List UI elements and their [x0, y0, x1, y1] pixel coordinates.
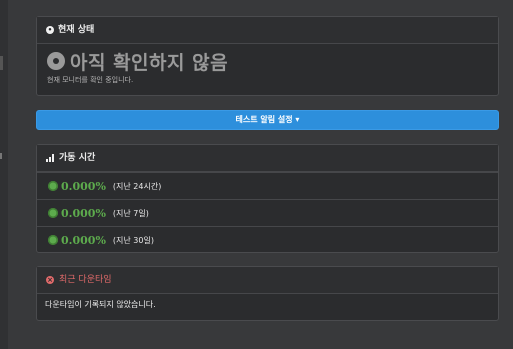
- uptime-row-30d: 0.000% (지난 30일): [37, 226, 498, 253]
- status-subtext: 현재 모니터를 확인 중입니다.: [47, 76, 134, 84]
- test-alert-settings-button[interactable]: 테스트 알림 설정 ▾: [36, 110, 499, 130]
- uptime-period: (지난 24시간): [112, 181, 162, 191]
- recent-downtime-header: × 최근 다운타임: [37, 267, 498, 294]
- uptime-row-7d: 0.000% (지난 7일): [37, 199, 498, 226]
- downtime-message: 다운타임이 기록되지 않았습니다.: [45, 300, 156, 309]
- disc-icon: [47, 52, 65, 70]
- uptime-header-label: 가동 시간: [59, 153, 96, 163]
- sidebar-marker: [0, 153, 2, 159]
- uptime-percent: 0.000%: [61, 179, 106, 193]
- uptime-period: (지난 30일): [112, 235, 154, 245]
- current-status-header: • 현재 상태: [37, 17, 498, 44]
- status-text: 아직 확인하지 않음: [70, 51, 229, 74]
- bar-chart-icon: [46, 154, 55, 162]
- gear-icon: [48, 181, 58, 191]
- uptime-header: 가동 시간: [37, 145, 498, 172]
- gear-icon: [48, 235, 58, 245]
- recent-downtime-panel: × 최근 다운타임 다운타임이 기록되지 않았습니다.: [36, 266, 499, 321]
- uptime-row-24h: 0.000% (지난 24시간): [37, 172, 498, 199]
- sidebar-marker: [0, 56, 3, 70]
- uptime-percent: 0.000%: [61, 206, 106, 220]
- recent-downtime-header-label: 최근 다운타임: [59, 275, 112, 285]
- current-status-panel: • 현재 상태 아직 확인하지 않음 현재 모니터를 확인 중입니다.: [36, 16, 499, 96]
- gear-icon: [48, 208, 58, 218]
- uptime-percent: 0.000%: [61, 233, 106, 247]
- left-sidebar-edge: [0, 0, 8, 349]
- info-circle-icon: •: [46, 26, 54, 34]
- uptime-period: (지난 7일): [112, 208, 149, 218]
- current-status-header-label: 현재 상태: [58, 25, 95, 35]
- uptime-panel: 가동 시간 0.000% (지난 24시간) 0.000% (지난 7일) 0.…: [36, 144, 499, 253]
- x-circle-icon: ×: [46, 276, 54, 284]
